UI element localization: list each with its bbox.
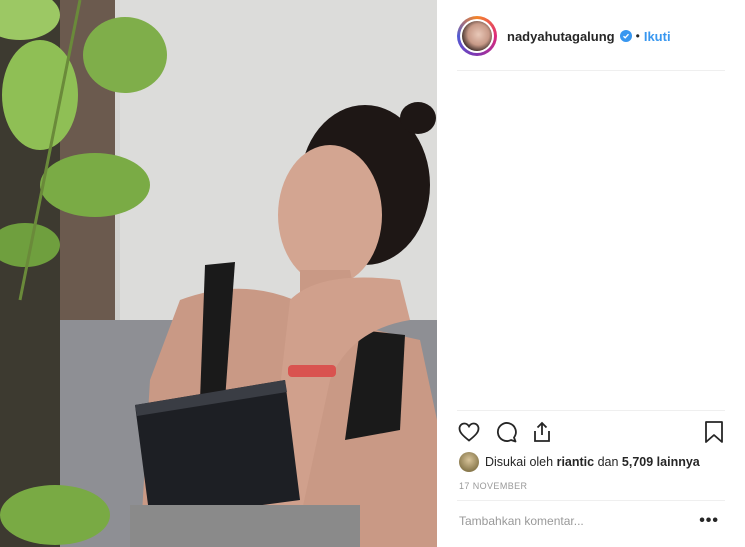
comment-divider: [457, 500, 725, 501]
heart-icon[interactable]: [457, 420, 481, 449]
avatar-image: [462, 21, 492, 51]
follow-button[interactable]: Ikuti: [644, 29, 671, 44]
liker-username-link[interactable]: riantic: [557, 455, 595, 469]
username-link[interactable]: nadyahutagalung: [507, 29, 615, 44]
likes-middle: dan: [597, 455, 619, 469]
post-date[interactable]: 17 NOVEMBER: [459, 481, 527, 491]
action-bar: [457, 420, 725, 446]
likes-summary: Disukai oleh riantic dan 5,709 lainnya: [459, 452, 700, 472]
photo-illustration: [0, 0, 437, 547]
verified-badge-icon: [619, 30, 632, 42]
bookmark-icon[interactable]: [703, 420, 725, 449]
actions-divider: [457, 410, 725, 411]
post-header: nadyahutagalung • Ikuti: [457, 14, 725, 58]
avatar[interactable]: [457, 16, 497, 56]
likes-count-link[interactable]: 5,709 lainnya: [622, 455, 700, 469]
liker-avatar: [459, 452, 479, 472]
post-side-panel: nadyahutagalung • Ikuti Disukai oleh ria…: [437, 0, 745, 547]
separator-dot: •: [635, 29, 640, 43]
likes-prefix: Disukai oleh: [485, 455, 554, 469]
more-options-button[interactable]: •••: [699, 512, 719, 530]
comment-input[interactable]: [459, 514, 679, 528]
post-photo[interactable]: [0, 0, 437, 547]
header-divider: [457, 70, 725, 71]
share-icon[interactable]: [530, 420, 554, 449]
comment-icon[interactable]: [494, 420, 518, 449]
